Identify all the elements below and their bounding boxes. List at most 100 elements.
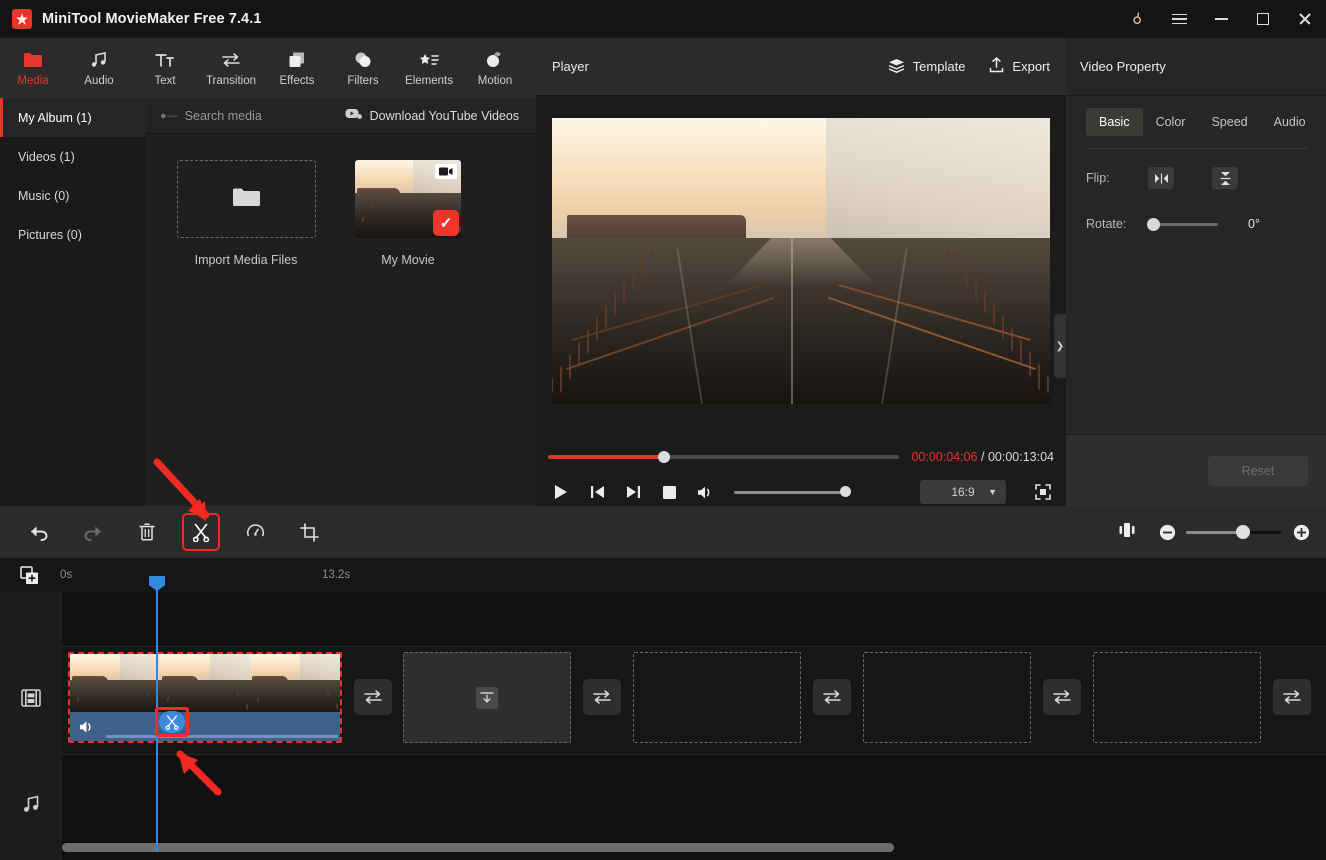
video-preview[interactable]: [552, 118, 1050, 404]
progress-fill: [548, 455, 664, 459]
app-title: MiniTool MovieMaker Free 7.4.1: [42, 11, 262, 27]
media-drop-placeholder[interactable]: [403, 652, 571, 743]
search-input[interactable]: [184, 108, 335, 123]
next-frame-button[interactable]: [622, 481, 644, 503]
tab-audio[interactable]: Audio: [1261, 108, 1319, 136]
clip-volume-icon[interactable]: [79, 720, 95, 734]
split-button[interactable]: [182, 513, 220, 551]
transition-slot[interactable]: [813, 679, 851, 715]
tab-label: Effects: [279, 74, 315, 87]
template-button[interactable]: Template: [888, 58, 965, 76]
redo-button[interactable]: [76, 515, 110, 549]
media-thumbnail[interactable]: ✓: [355, 160, 461, 238]
play-button[interactable]: [550, 481, 572, 503]
youtube-icon: [345, 108, 362, 123]
transition-slot[interactable]: [583, 679, 621, 715]
key-icon[interactable]: ☌: [1116, 0, 1158, 38]
undo-button[interactable]: [22, 515, 56, 549]
tab-text[interactable]: Text: [132, 38, 198, 98]
export-button[interactable]: Export: [989, 57, 1050, 76]
media-item-my-movie[interactable]: ✓ My Movie: [338, 160, 478, 267]
media-drop-placeholder[interactable]: [863, 652, 1031, 743]
volume-knob[interactable]: [840, 486, 851, 497]
property-tabs: Basic Color Speed Audio: [1066, 96, 1326, 136]
tab-color[interactable]: Color: [1143, 108, 1199, 136]
media-panel: ●— Download YouTube Videos Import Media …: [146, 98, 536, 506]
delete-button[interactable]: [130, 515, 164, 549]
rotate-slider[interactable]: [1147, 217, 1218, 231]
zoom-in-button[interactable]: [1292, 523, 1310, 541]
progress-slider[interactable]: [548, 451, 900, 463]
tab-label: Basic: [1099, 115, 1130, 129]
rotate-knob[interactable]: [1147, 217, 1160, 231]
tab-speed[interactable]: Speed: [1198, 108, 1260, 136]
player-header: Player Template Export: [536, 38, 1066, 96]
sidebar-item-pictures[interactable]: Pictures (0): [0, 215, 146, 254]
media-drop-placeholder[interactable]: [1093, 652, 1261, 743]
close-button[interactable]: [1284, 0, 1326, 38]
clip-audio-strip[interactable]: [70, 712, 340, 741]
category-label: My Album (1): [18, 110, 92, 125]
media-drop-placeholder[interactable]: [633, 652, 801, 743]
filters-icon: [354, 50, 372, 70]
maximize-button[interactable]: [1242, 0, 1284, 38]
timeline-clip[interactable]: [68, 652, 342, 743]
flip-row: Flip:: [1066, 167, 1326, 189]
zoom-knob[interactable]: [1235, 525, 1250, 539]
timeline-ruler[interactable]: 0s 13.2s: [0, 558, 1326, 592]
media-item-label: Import Media Files: [194, 253, 298, 267]
media-toolbar: ●— Download YouTube Videos: [146, 98, 536, 134]
minimize-button[interactable]: [1200, 0, 1242, 38]
stop-button[interactable]: [658, 481, 680, 503]
download-youtube-button[interactable]: Download YouTube Videos: [345, 108, 519, 123]
flip-label: Flip:: [1086, 171, 1110, 185]
panel-collapse-handle[interactable]: ❯: [1054, 314, 1066, 378]
aspect-ratio-value: 16:9: [951, 485, 975, 499]
flip-horizontal-button[interactable]: [1148, 167, 1174, 189]
video-property-panel: Video Property Basic Color Speed Audio F…: [1066, 38, 1326, 506]
time-separator: /: [980, 450, 985, 464]
reset-button[interactable]: Reset: [1208, 455, 1308, 486]
video-track-header[interactable]: [0, 646, 62, 754]
clip-split-marker[interactable]: [155, 707, 189, 737]
tab-motion[interactable]: Motion: [462, 38, 528, 98]
fullscreen-button[interactable]: [1034, 483, 1052, 501]
tab-effects[interactable]: Effects: [264, 38, 330, 98]
tab-transition[interactable]: Transition: [198, 38, 264, 98]
tab-audio[interactable]: Audio: [66, 38, 132, 98]
crop-button[interactable]: [292, 515, 326, 549]
transition-slot[interactable]: [1043, 679, 1081, 715]
tab-filters[interactable]: Filters: [330, 38, 396, 98]
volume-icon[interactable]: [694, 481, 716, 503]
menu-icon[interactable]: [1158, 0, 1200, 38]
progress-knob[interactable]: [657, 451, 670, 463]
flip-vertical-button[interactable]: [1212, 167, 1238, 189]
volume-slider[interactable]: [734, 486, 851, 497]
zoom-out-button[interactable]: [1158, 523, 1176, 541]
aspect-ratio-select[interactable]: 16:9 ▼: [920, 480, 1006, 504]
sidebar-item-videos[interactable]: Videos (1): [0, 137, 146, 176]
tab-elements[interactable]: Elements: [396, 38, 462, 98]
overlay-track-area[interactable]: [62, 592, 1326, 646]
previous-frame-button[interactable]: [586, 481, 608, 503]
search-media[interactable]: ●—: [160, 108, 335, 123]
tab-media[interactable]: Media: [0, 38, 66, 98]
tab-basic[interactable]: Basic: [1086, 108, 1143, 136]
audio-track-header[interactable]: [0, 754, 62, 860]
import-dropzone[interactable]: [176, 160, 316, 238]
media-category-list: My Album (1) Videos (1) Music (0) Pictur…: [0, 98, 146, 506]
sidebar-item-music[interactable]: Music (0): [0, 176, 146, 215]
total-time: 00:00:13:04: [987, 450, 1054, 464]
rotate-label: Rotate:: [1086, 217, 1127, 231]
transition-slot[interactable]: [354, 679, 392, 715]
add-media-icon[interactable]: [20, 565, 40, 585]
media-item-import[interactable]: Import Media Files: [176, 160, 316, 267]
sidebar-item-my-album[interactable]: My Album (1): [0, 98, 146, 137]
timeline-horizontal-scrollbar[interactable]: [62, 843, 894, 852]
fit-timeline-icon[interactable]: [1118, 522, 1136, 543]
tab-label: Color: [1155, 115, 1186, 129]
zoom-slider[interactable]: [1186, 525, 1282, 539]
window-controls: ☌: [1116, 0, 1326, 38]
speed-button[interactable]: [238, 515, 272, 549]
transition-slot[interactable]: [1273, 679, 1311, 715]
